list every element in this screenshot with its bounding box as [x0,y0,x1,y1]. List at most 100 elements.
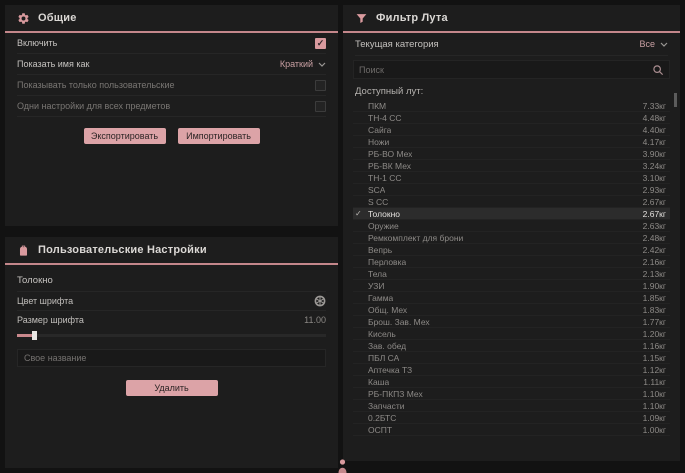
font-size-value: 11.00 [304,315,326,325]
loot-item-value: 1.10кг [643,401,666,411]
loot-item-value: 1.00кг [643,425,666,435]
loot-item-value: 2.67кг [643,197,666,207]
loot-list-item[interactable]: ✓ Гамма 1.85кг [353,292,670,304]
loot-item-name: Ремкомплект для брони [368,233,463,243]
loot-list-item[interactable]: ✓ Ножи 4.17кг [353,136,670,148]
loot-item-name: Перловка [368,257,406,267]
loot-list-item[interactable]: ✓ ПКМ 7.33кг [353,100,670,112]
loot-list-item[interactable]: ✓ УЗИ 1.90кг [353,280,670,292]
setting-row-same-settings: Одни настройки для всех предметов [17,96,326,117]
scrollbar-thumb[interactable] [674,93,677,107]
selected-item-name: Толокно [5,265,338,291]
loot-filter-panel: Фильтр Лута Текущая категория Все Доступ… [343,5,680,461]
checkmark-icon: ✓ [317,39,325,48]
loot-list-item[interactable]: ✓ ОСПТ 1.00кг [353,424,670,436]
enable-checkbox[interactable]: ✓ [315,38,326,49]
loot-list-item[interactable]: ✓ Каша 1.11кг [353,376,670,388]
loot-item-name: РБ-ПКПЗ Мех [368,389,423,399]
import-button[interactable]: Импортировать [178,128,260,144]
loot-list-item[interactable]: ✓ Общ. Мех 1.83кг [353,304,670,316]
font-size-slider[interactable] [17,331,326,340]
loot-item-name: Зав. обед [368,341,406,351]
loot-item-name: Запчасти [368,401,405,411]
loot-list-item[interactable]: ✓ Ремкомплект для брони 2.48кг [353,232,670,244]
loot-list-item[interactable]: ✓ РБ-ВО Мех 3.90кг [353,148,670,160]
loot-item-name: Оружие [368,221,399,231]
loot-list-item[interactable]: ✓ РБ-ВК Мех 3.24кг [353,160,670,172]
name-display-value: Краткий [280,59,313,69]
loot-item-value: 2.42кг [643,245,666,255]
custom-name-input[interactable] [17,349,326,367]
loot-filter-title: Фильтр Лута [376,12,448,24]
loot-list-item[interactable]: ✓ Кисель 1.20кг [353,328,670,340]
export-button[interactable]: Экспортировать [84,128,166,144]
loot-list-item[interactable]: ✓ Толокно 2.67кг [353,208,670,220]
loot-item-name: Гамма [368,293,393,303]
loot-item-name: РБ-ВК Мех [368,161,411,171]
search-input[interactable] [359,65,652,75]
delete-button[interactable]: Удалить [126,380,218,396]
name-display-dropdown[interactable]: Краткий [280,59,326,69]
loot-list-item[interactable]: ✓ Зав. обед 1.16кг [353,340,670,352]
loot-item-name: Сайга [368,125,391,135]
loot-list-item[interactable]: ✓ 0.2БТС 1.09кг [353,412,670,424]
loot-item-name: ПКМ [368,101,386,111]
loot-item-value: 4.17кг [643,137,666,147]
user-settings-header: Пользовательские Настройки [5,237,338,263]
loot-item-value: 1.16кг [643,341,666,351]
loot-list-item[interactable]: ✓ ТН-1 СС 3.10кг [353,172,670,184]
loot-list-item[interactable]: ✓ SCA 2.93кг [353,184,670,196]
loot-list-item[interactable]: ✓ S СС 2.67кг [353,196,670,208]
loot-item-name: ТН-4 СС [368,113,402,123]
loot-item-name: ТН-1 СС [368,173,402,183]
loot-list-item[interactable]: ✓ ТН-4 СС 4.48кг [353,112,670,124]
loot-item-value: 4.40кг [643,125,666,135]
loot-list-item[interactable]: ✓ Тела 2.13кг [353,268,670,280]
loot-item-name: ПБЛ СА [368,353,399,363]
loot-item-value: 2.67кг [643,209,666,219]
loot-item-value: 1.20кг [643,329,666,339]
loot-item-value: 1.11кг [643,377,666,387]
loot-list-item[interactable]: ✓ ПБЛ СА 1.15кг [353,352,670,364]
loot-list-item[interactable]: ✓ РБ-ПКПЗ Мех 1.10кг [353,388,670,400]
loot-item-name: 0.2БТС [368,413,396,423]
loot-item-value: 1.09кг [643,413,666,423]
loot-list-item[interactable]: ✓ Запчасти 1.10кг [353,400,670,412]
same-settings-checkbox[interactable] [315,101,326,112]
slider-handle[interactable] [32,331,37,340]
only-custom-checkbox[interactable] [315,80,326,91]
user-settings-title: Пользовательские Настройки [38,244,207,256]
loot-list: ✓ ПКМ 7.33кг ✓ ТН-4 СС 4.48кг ✓ Сайга 4.… [353,100,670,436]
general-panel: Общие Включить ✓ Показать имя как Кратки… [5,5,338,226]
loot-item-name: Вепрь [368,245,392,255]
category-dropdown[interactable]: Все [639,39,668,49]
loot-list-item[interactable]: ✓ Вепрь 2.42кг [353,244,670,256]
loot-item-name: Тела [368,269,387,279]
loot-item-value: 4.48кг [643,113,666,123]
loot-item-name: Каша [368,377,389,387]
name-display-label: Показать имя как [17,59,89,69]
loot-list-item[interactable]: ✓ Сайга 4.40кг [353,124,670,136]
color-wheel-icon[interactable] [314,295,326,307]
general-panel-title: Общие [38,12,77,24]
loot-item-value: 1.90кг [643,281,666,291]
export-import-row: Экспортировать Импортировать [5,128,338,144]
loot-list-item[interactable]: ✓ Аптечка ТЗ 1.12кг [353,364,670,376]
available-loot-label: Доступный лут: [343,83,680,100]
loot-item-name: Толокно [368,209,400,219]
loot-list-item[interactable]: ✓ Брош. Зав. Мех 1.77кг [353,316,670,328]
loot-item-name: Кисель [368,329,396,339]
loot-item-name: УЗИ [368,281,384,291]
chevron-down-icon [318,62,326,67]
delete-row: Удалить [5,380,338,396]
category-row: Текущая категория Все [355,33,668,56]
loot-item-name: ОСПТ [368,425,392,435]
loot-list-item[interactable]: ✓ Оружие 2.63кг [353,220,670,232]
loot-item-value: 1.12кг [643,365,666,375]
setting-row-only-custom: Показывать только пользовательские [17,75,326,96]
loot-list-item[interactable]: ✓ Перловка 2.16кг [353,256,670,268]
check-icon: ✓ [355,208,362,220]
search-icon[interactable] [652,64,664,76]
loot-item-value: 1.77кг [643,317,666,327]
loot-item-value: 2.93кг [643,185,666,195]
